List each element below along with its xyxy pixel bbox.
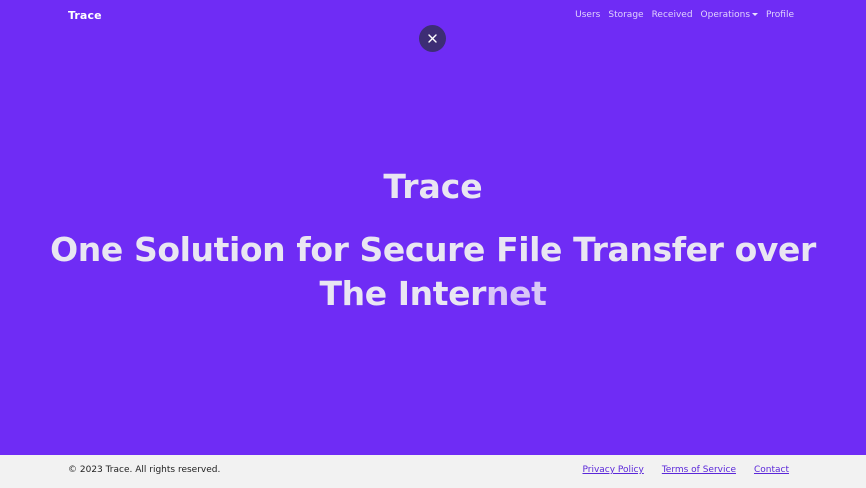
brand-link[interactable]: Trace (68, 9, 102, 22)
privacy-policy-link[interactable]: Privacy Policy (582, 465, 643, 475)
nav-link-users[interactable]: Users (575, 10, 600, 20)
nav-link-storage[interactable]: Storage (608, 10, 643, 20)
copyright-text: © 2023 Trace. All rights reserved. (68, 465, 221, 475)
hero-title: Trace (383, 167, 483, 206)
nav-link-operations[interactable]: Operations (700, 10, 759, 20)
hero-subtitle: One Solution for Secure File Transfer ov… (30, 228, 836, 316)
close-button[interactable] (419, 25, 446, 52)
chevron-down-icon (752, 13, 759, 16)
terms-of-service-link[interactable]: Terms of Service (662, 465, 736, 475)
footer-links: Privacy Policy Terms of Service Contact (582, 465, 789, 475)
hero-subtitle-main: One Solution for Secure File Transfer ov… (50, 230, 816, 313)
nav-link-received[interactable]: Received (652, 10, 693, 20)
footer: © 2023 Trace. All rights reserved. Priva… (0, 455, 866, 488)
hero-subtitle-tail: net (486, 274, 547, 313)
nav-links: Users Storage Received Operations Profil… (575, 10, 794, 20)
nav-link-profile[interactable]: Profile (766, 10, 794, 20)
nav-link-operations-label: Operations (700, 10, 751, 20)
close-icon (428, 34, 437, 43)
contact-link[interactable]: Contact (754, 465, 789, 475)
